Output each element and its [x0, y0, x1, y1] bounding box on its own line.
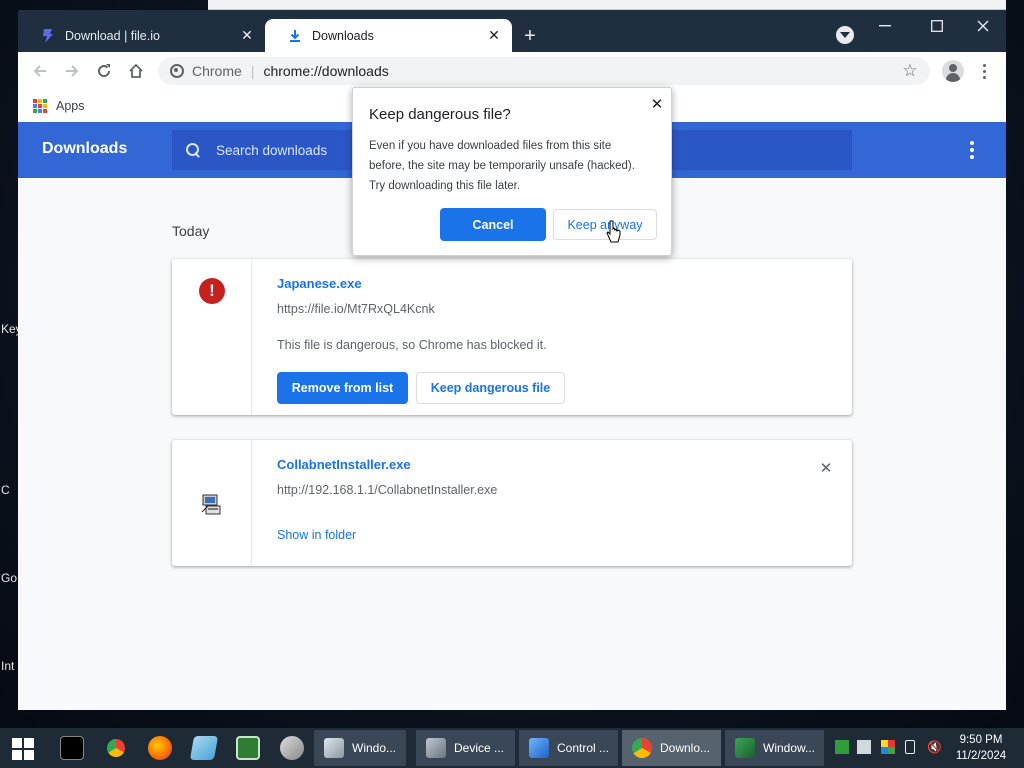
danger-icon: !: [199, 278, 225, 304]
omnibox-origin-label: Chrome: [192, 63, 242, 79]
download-icon: [287, 28, 303, 44]
volume-muted-icon[interactable]: 🔇: [927, 740, 942, 754]
home-button[interactable]: [124, 59, 148, 83]
device-manager-icon: [426, 738, 446, 758]
page-title: Downloads: [42, 140, 128, 157]
color-tray-icon[interactable]: [881, 740, 895, 754]
close-icon[interactable]: ✕: [486, 27, 502, 44]
profile-avatar-icon[interactable]: [942, 60, 964, 82]
cancel-button[interactable]: Cancel: [440, 208, 546, 241]
taskbar-button-label: Control ...: [557, 741, 610, 755]
keep-dangerous-file-button[interactable]: Keep dangerous file: [416, 372, 565, 404]
taskbar-button[interactable]: Downlo...: [622, 730, 721, 766]
apps-shortcut[interactable]: Apps: [56, 99, 85, 113]
downloads-list: Today ! Japanese.exe https://file.io/Mt7…: [18, 178, 1006, 710]
windows-taskbar: Windo... Device ... Control ... Downlo..…: [0, 728, 1024, 768]
drive-icon: [324, 738, 344, 758]
keep-anyway-button[interactable]: Keep anyway: [553, 209, 657, 240]
download-item-japanese: ! Japanese.exe https://file.io/Mt7RxQL4K…: [172, 259, 852, 415]
new-tab-button[interactable]: +: [518, 24, 542, 48]
danger-status-text: This file is dangerous, so Chrome has bl…: [277, 338, 547, 352]
date-section-label: Today: [172, 223, 210, 239]
tab-file-io[interactable]: Download | file.io ✕: [18, 19, 265, 52]
dialog-title: Keep dangerous file?: [369, 106, 511, 123]
back-button[interactable]: [28, 59, 52, 83]
clock-time: 9:50 PM: [959, 734, 1003, 746]
tab-title: Downloads: [312, 28, 374, 43]
window-app-icon: [735, 738, 755, 758]
dialog-close-icon[interactable]: ✕: [647, 94, 667, 114]
taskbar-button-label: Device ...: [454, 741, 505, 755]
desktop-icon-label[interactable]: Int: [1, 659, 14, 673]
taskbar-button-label: Downlo...: [660, 741, 711, 755]
tab-search-icon[interactable]: [836, 26, 854, 44]
terminal-icon[interactable]: [60, 736, 84, 760]
dialog-body: Even if you have downloaded files from t…: [369, 136, 659, 196]
remove-from-list-button[interactable]: Remove from list: [277, 372, 408, 404]
search-icon: [186, 143, 200, 157]
installer-icon: [201, 494, 221, 515]
minimize-button[interactable]: [862, 14, 908, 38]
reload-button[interactable]: [92, 59, 116, 83]
windows-start-icon[interactable]: [12, 738, 34, 760]
maximize-button[interactable]: [914, 14, 960, 38]
keep-dangerous-file-dialog: Keep dangerous file? ✕ Even if you have …: [352, 87, 672, 256]
bookmark-star-icon[interactable]: ☆: [900, 61, 920, 81]
taskbar-button-label: Window...: [763, 741, 816, 755]
file-url[interactable]: https://file.io/Mt7RxQL4Kcnk: [277, 302, 435, 316]
firefox-icon[interactable]: [148, 736, 172, 760]
taskbar-button[interactable]: Window...: [725, 730, 824, 766]
tab-strip: Download | file.io ✕ Downloads ✕ +: [18, 10, 1006, 52]
dialog-body-line: before, the site may be temporarily unsa…: [369, 160, 635, 172]
omnibox-url[interactable]: chrome://downloads: [263, 63, 388, 79]
app-icon[interactable]: [189, 736, 219, 760]
omnibox-separator: |: [250, 63, 255, 79]
file-io-favicon-icon: [40, 28, 56, 44]
background-window-edge: [208, 0, 1006, 10]
network-icon[interactable]: [857, 740, 871, 754]
browser-toolbar: Chrome | chrome://downloads ☆: [18, 52, 1006, 90]
clock-date: 11/2/2024: [955, 750, 1007, 762]
desktop-icon-label[interactable]: Go: [1, 571, 17, 585]
file-icon-column: [172, 440, 252, 566]
more-actions-button[interactable]: [966, 140, 978, 160]
tab-title: Download | file.io: [65, 28, 160, 43]
forward-button[interactable]: [60, 59, 84, 83]
taskbar-button[interactable]: Control ...: [519, 730, 618, 766]
window-close-button[interactable]: [960, 14, 1006, 38]
address-bar[interactable]: Chrome | chrome://downloads: [158, 57, 930, 85]
chrome-menu-button[interactable]: [976, 60, 992, 82]
show-in-folder-link[interactable]: Show in folder: [277, 528, 356, 542]
control-panel-icon: [529, 738, 549, 758]
taskbar-button[interactable]: Windo...: [314, 730, 406, 766]
dialog-body-line: Try downloading this file later.: [369, 180, 521, 192]
chrome-icon[interactable]: [104, 736, 128, 760]
taskbar-button[interactable]: Device ...: [416, 730, 515, 766]
editor-icon[interactable]: [236, 736, 260, 760]
tab-downloads[interactable]: Downloads ✕: [265, 19, 512, 52]
close-icon[interactable]: ✕: [239, 27, 255, 44]
battery-icon[interactable]: [905, 740, 915, 754]
paint-icon[interactable]: [280, 736, 304, 760]
remove-item-close-icon[interactable]: ✕: [816, 458, 836, 478]
chrome-page-icon: [170, 64, 184, 78]
file-name-link[interactable]: Japanese.exe: [277, 276, 362, 291]
apps-icon[interactable]: [33, 99, 47, 113]
file-icon-column: !: [172, 259, 252, 415]
mouse-cursor-icon: [606, 220, 621, 243]
desktop-icon-label[interactable]: C: [1, 483, 10, 497]
tray-app-icon[interactable]: [835, 740, 849, 754]
taskbar-button-label: Windo...: [352, 741, 397, 755]
download-item-collabnet: CollabnetInstaller.exe http://192.168.1.…: [172, 440, 852, 566]
chrome-icon: [632, 738, 652, 758]
taskbar-clock[interactable]: 9:50 PM 11/2/2024: [944, 732, 1018, 764]
dialog-body-line: Even if you have downloaded files from t…: [369, 140, 612, 152]
file-name-link[interactable]: CollabnetInstaller.exe: [277, 457, 411, 472]
file-url[interactable]: http://192.168.1.1/CollabnetInstaller.ex…: [277, 483, 497, 497]
